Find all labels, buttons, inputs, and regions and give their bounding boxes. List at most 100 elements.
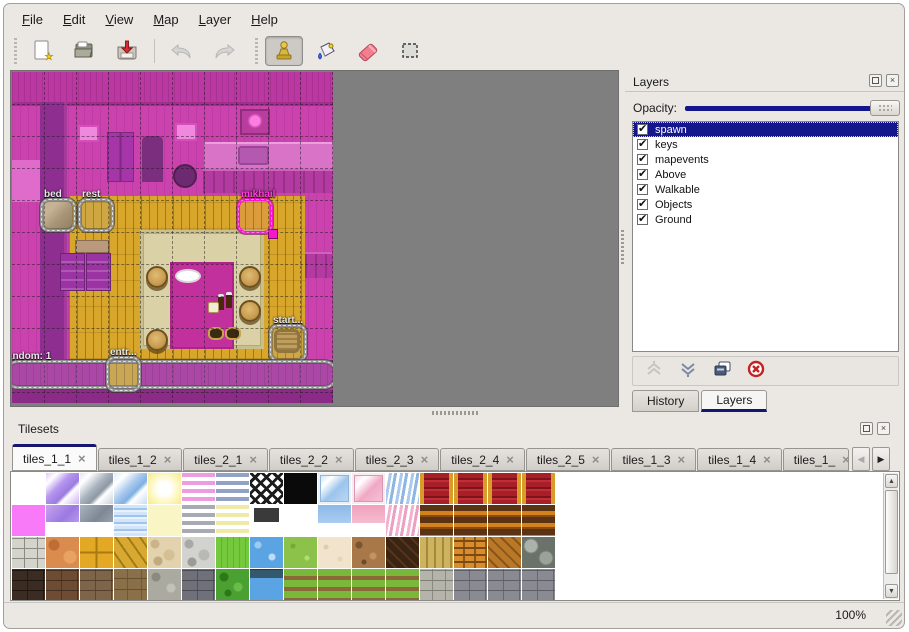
tile-black[interactable]: [284, 473, 317, 504]
raise-layer-button[interactable]: [641, 359, 667, 383]
tile-shimmer-blue[interactable]: [114, 505, 147, 536]
tile-shingle-dark[interactable]: [386, 537, 419, 568]
tile-tile-gold[interactable]: [80, 537, 113, 568]
layer-row-Objects[interactable]: Objects: [633, 197, 898, 212]
tile-pebbles-gray[interactable]: [182, 537, 215, 568]
tile-stone-offset[interactable]: [420, 569, 453, 600]
menu-help[interactable]: Help: [241, 8, 288, 31]
close-tab-icon[interactable]: ×: [678, 452, 686, 467]
layer-visibility-checkbox[interactable]: [637, 214, 648, 225]
tileset-tab-tiles_2_1[interactable]: tiles_2_1×: [183, 448, 268, 471]
save-map-button[interactable]: [108, 36, 146, 66]
scroll-up-icon[interactable]: ▲: [885, 474, 898, 488]
tile-curtain-red[interactable]: [522, 473, 555, 504]
tile-planks-v[interactable]: [420, 537, 453, 568]
tile-brick-gray2[interactable]: [522, 569, 555, 600]
layer-visibility-checkbox[interactable]: [637, 199, 648, 210]
tileset-tab-tiles_2_2[interactable]: tiles_2_2×: [269, 448, 354, 471]
tile-sign[interactable]: [250, 505, 283, 536]
tileset-scrollbar[interactable]: ▲ ▼: [883, 473, 898, 599]
tile-water-edge[interactable]: [250, 569, 283, 600]
tile-pane-pink[interactable]: [352, 473, 385, 504]
open-map-button[interactable]: [66, 36, 104, 66]
duplicate-layer-button[interactable]: [709, 359, 735, 383]
tile-path-grass[interactable]: [386, 569, 419, 600]
tile-brick-stone[interactable]: [80, 569, 113, 600]
layer-visibility-checkbox[interactable]: [637, 184, 648, 195]
tile-brick-dark[interactable]: [12, 569, 45, 600]
tile-brick-brown[interactable]: [46, 569, 79, 600]
tileset-tab-tiles_1_1[interactable]: tiles_1_1×: [12, 444, 97, 471]
opacity-slider-handle[interactable]: [870, 100, 900, 116]
tile-curtain-red[interactable]: [420, 473, 453, 504]
layer-visibility-checkbox[interactable]: [637, 139, 648, 150]
layer-row-keys[interactable]: keys: [633, 137, 898, 152]
close-tab-icon[interactable]: ×: [335, 452, 343, 467]
bucket-fill-button[interactable]: [307, 36, 345, 66]
tile-stripes-yellow[interactable]: [216, 505, 249, 536]
tile-water[interactable]: [250, 537, 283, 568]
redo-button[interactable]: [205, 36, 243, 66]
toolbar-grip[interactable]: [253, 38, 259, 64]
close-dock-button[interactable]: ×: [886, 74, 899, 87]
layer-row-Walkable[interactable]: Walkable: [633, 182, 898, 197]
tile-grass[interactable]: [284, 537, 317, 568]
dock-tab-history[interactable]: History: [632, 390, 699, 412]
dock-tab-layers[interactable]: Layers: [701, 390, 767, 412]
tile-glass-blue[interactable]: [114, 473, 147, 504]
tile-sand[interactable]: [318, 537, 351, 568]
tileset-tab-tiles_1_[interactable]: tiles_1_×: [783, 448, 849, 471]
tile-pebbles-tan[interactable]: [148, 537, 181, 568]
object-resize-handle[interactable]: [268, 229, 278, 239]
tile-glass-purple[interactable]: [46, 473, 79, 504]
map-canvas[interactable]: bedrestmikhailstart...random: 1entr...: [12, 72, 333, 403]
menu-layer[interactable]: Layer: [189, 8, 242, 31]
tile-pane-blue-sm[interactable]: [318, 505, 351, 536]
tile-basket-weave[interactable]: [454, 537, 487, 568]
layer-row-Ground[interactable]: Ground: [633, 212, 898, 227]
float-dock-button[interactable]: [860, 422, 873, 435]
layer-row-mapevents[interactable]: mapevents: [633, 152, 898, 167]
tile-curtain-red[interactable]: [454, 473, 487, 504]
map-object-random-1[interactable]: random: 1: [12, 360, 333, 389]
undo-button[interactable]: [163, 36, 201, 66]
layer-list[interactable]: spawnkeysmapeventsAboveWalkableObjectsGr…: [632, 121, 899, 352]
tile-stripes-brown[interactable]: [454, 505, 487, 536]
layer-visibility-checkbox[interactable]: [637, 169, 648, 180]
scrollbar-thumb[interactable]: [885, 490, 898, 574]
eraser-button[interactable]: [349, 36, 387, 66]
tile-pink[interactable]: [12, 505, 45, 536]
menu-view[interactable]: View: [95, 8, 143, 31]
close-tab-icon[interactable]: ×: [249, 452, 257, 467]
close-tab-icon[interactable]: ×: [763, 452, 771, 467]
tab-scroll-right-button[interactable]: ▶: [872, 447, 890, 471]
tab-scroll-left-button[interactable]: ◀: [852, 447, 870, 471]
stamp-brush-button[interactable]: [265, 36, 303, 66]
tile-brick-gray[interactable]: [182, 569, 215, 600]
close-tab-icon[interactable]: ×: [842, 452, 849, 467]
close-tab-icon[interactable]: ×: [78, 451, 86, 466]
tile-stripes-brown[interactable]: [522, 505, 555, 536]
tileset-tab-tiles_2_5[interactable]: tiles_2_5×: [526, 448, 611, 471]
tile-glass-purple-sm[interactable]: [46, 505, 79, 536]
scroll-down-icon[interactable]: ▼: [885, 584, 898, 598]
close-tab-icon[interactable]: ×: [592, 452, 600, 467]
map-view[interactable]: bedrestmikhailstart...random: 1entr...: [10, 70, 619, 407]
layer-visibility-checkbox[interactable]: [637, 154, 648, 165]
opacity-slider[interactable]: [685, 99, 900, 117]
tile-cobble-orange[interactable]: [46, 537, 79, 568]
close-dock-button[interactable]: ×: [877, 422, 890, 435]
tile-empty[interactable]: [12, 473, 45, 504]
tile-path-grass[interactable]: [318, 569, 351, 600]
tileset-tab-tiles_1_2[interactable]: tiles_1_2×: [98, 448, 183, 471]
tile-pane-blue[interactable]: [318, 473, 351, 504]
tile-path-grass[interactable]: [284, 569, 317, 600]
tile-lattice[interactable]: [250, 473, 283, 504]
tile-stripes-blue[interactable]: [216, 473, 249, 504]
tile-logs-gray[interactable]: [522, 537, 555, 568]
map-object-rest[interactable]: rest: [78, 198, 114, 232]
tile-glass-gray[interactable]: [80, 473, 113, 504]
tile-grass-bright[interactable]: [216, 537, 249, 568]
tile-brick-gray2[interactable]: [454, 569, 487, 600]
tile-wall-pebble[interactable]: [148, 569, 181, 600]
